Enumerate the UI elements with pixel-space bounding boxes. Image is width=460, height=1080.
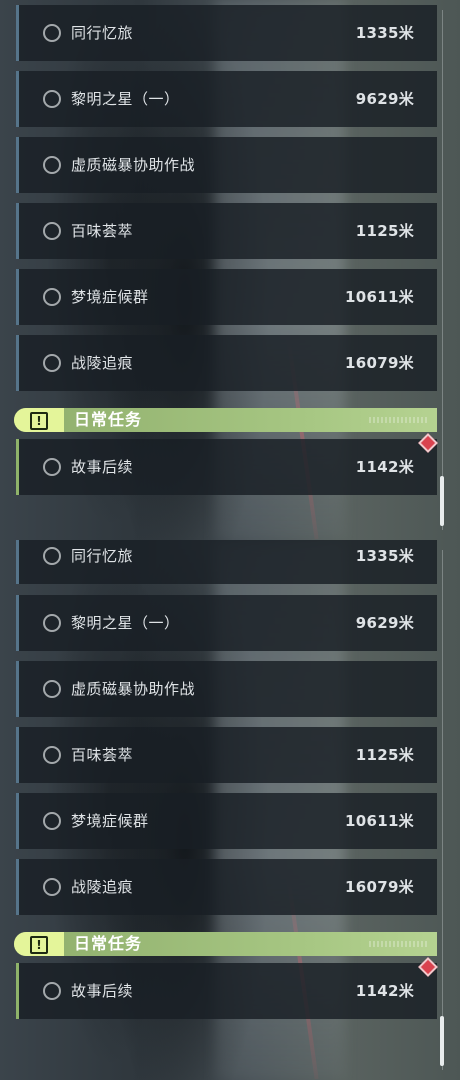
quest-row-zhanling[interactable]: 战陵追痕 16079米: [16, 859, 437, 915]
radio-circle-icon[interactable]: [43, 812, 61, 830]
scrollbar-thumb[interactable]: [440, 1016, 444, 1066]
alert-badge: !: [14, 408, 64, 432]
quest-row-mengjing[interactable]: 梦境症候群 10611米: [16, 269, 437, 325]
radio-circle-icon[interactable]: [43, 288, 61, 306]
quest-name: 梦境症候群: [71, 812, 149, 830]
quest-row-baiwei[interactable]: 百味荟萃 1125米: [16, 727, 437, 783]
quest-name: 黎明之星（一）: [71, 614, 180, 632]
radio-circle-icon[interactable]: [43, 458, 61, 476]
quest-panel-bottom: 同行忆旅 1335米 黎明之星（一） 9629米 虚质磁暴协助作战 百味荟萃 1…: [0, 540, 460, 1080]
quest-name: 同行忆旅: [71, 547, 134, 565]
daily-section-header[interactable]: ! 日常任务: [14, 408, 437, 432]
scrollbar-track[interactable]: [442, 10, 443, 530]
quest-row-tongxing[interactable]: 同行忆旅 1335米: [16, 5, 437, 61]
radio-circle-icon[interactable]: [43, 878, 61, 896]
section-title: 日常任务: [74, 934, 143, 953]
quest-row-xuzhi[interactable]: 虚质磁暴协助作战: [16, 137, 437, 193]
quest-row-gushi[interactable]: 故事后续 1142米: [16, 439, 437, 495]
radio-circle-icon[interactable]: [43, 354, 61, 372]
quest-row-xuzhi[interactable]: 虚质磁暴协助作战: [16, 661, 437, 717]
quest-name: 同行忆旅: [71, 24, 134, 42]
radio-circle-icon[interactable]: [43, 614, 61, 632]
quest-distance: 1125米: [355, 746, 414, 764]
alert-icon: !: [30, 936, 48, 954]
quest-name: 百味荟萃: [71, 746, 134, 764]
quest-distance: 16079米: [345, 354, 414, 372]
quest-row-zhanling[interactable]: 战陵追痕 16079米: [16, 335, 437, 391]
quest-distance: 10611米: [345, 288, 414, 306]
radio-circle-icon[interactable]: [43, 680, 61, 698]
quest-name: 百味荟萃: [71, 222, 134, 240]
quest-distance: 1335米: [355, 24, 414, 42]
scrollbar-thumb[interactable]: [440, 476, 444, 526]
decorative-stripes: [369, 941, 429, 947]
radio-circle-icon[interactable]: [43, 982, 61, 1000]
radio-circle-icon[interactable]: [43, 222, 61, 240]
quest-name: 梦境症候群: [71, 288, 149, 306]
decorative-stripes: [369, 417, 429, 423]
quest-name: 虚质磁暴协助作战: [71, 156, 196, 174]
radio-circle-icon[interactable]: [43, 24, 61, 42]
quest-row-liming[interactable]: 黎明之星（一） 9629米: [16, 595, 437, 651]
radio-circle-icon[interactable]: [43, 547, 61, 565]
radio-circle-icon[interactable]: [43, 90, 61, 108]
quest-row-gushi[interactable]: 故事后续 1142米: [16, 963, 437, 1019]
quest-name: 战陵追痕: [71, 354, 134, 372]
quest-name: 故事后续: [71, 458, 134, 476]
quest-distance: 1142米: [355, 458, 414, 476]
daily-section-header[interactable]: ! 日常任务: [14, 932, 437, 956]
quest-name: 黎明之星（一）: [71, 90, 180, 108]
alert-badge: !: [14, 932, 64, 956]
radio-circle-icon[interactable]: [43, 156, 61, 174]
quest-distance: 1142米: [355, 982, 414, 1000]
quest-distance: 9629米: [355, 90, 414, 108]
quest-row-liming[interactable]: 黎明之星（一） 9629米: [16, 71, 437, 127]
quest-distance: 1335米: [355, 547, 414, 565]
quest-name: 战陵追痕: [71, 878, 134, 896]
scrollbar-track[interactable]: [442, 550, 443, 1070]
quest-distance: 16079米: [345, 878, 414, 896]
quest-row-tongxing[interactable]: 同行忆旅 1335米: [16, 540, 437, 584]
quest-panel-top: 同行忆旅 1335米 黎明之星（一） 9629米 虚质磁暴协助作战 百味荟萃 1…: [0, 0, 460, 540]
section-title: 日常任务: [74, 410, 143, 429]
quest-row-baiwei[interactable]: 百味荟萃 1125米: [16, 203, 437, 259]
quest-name: 故事后续: [71, 982, 134, 1000]
quest-distance: 9629米: [355, 614, 414, 632]
quest-distance: 1125米: [355, 222, 414, 240]
quest-name: 虚质磁暴协助作战: [71, 680, 196, 698]
quest-row-mengjing[interactable]: 梦境症候群 10611米: [16, 793, 437, 849]
alert-icon: !: [30, 412, 48, 430]
radio-circle-icon[interactable]: [43, 746, 61, 764]
quest-distance: 10611米: [345, 812, 414, 830]
